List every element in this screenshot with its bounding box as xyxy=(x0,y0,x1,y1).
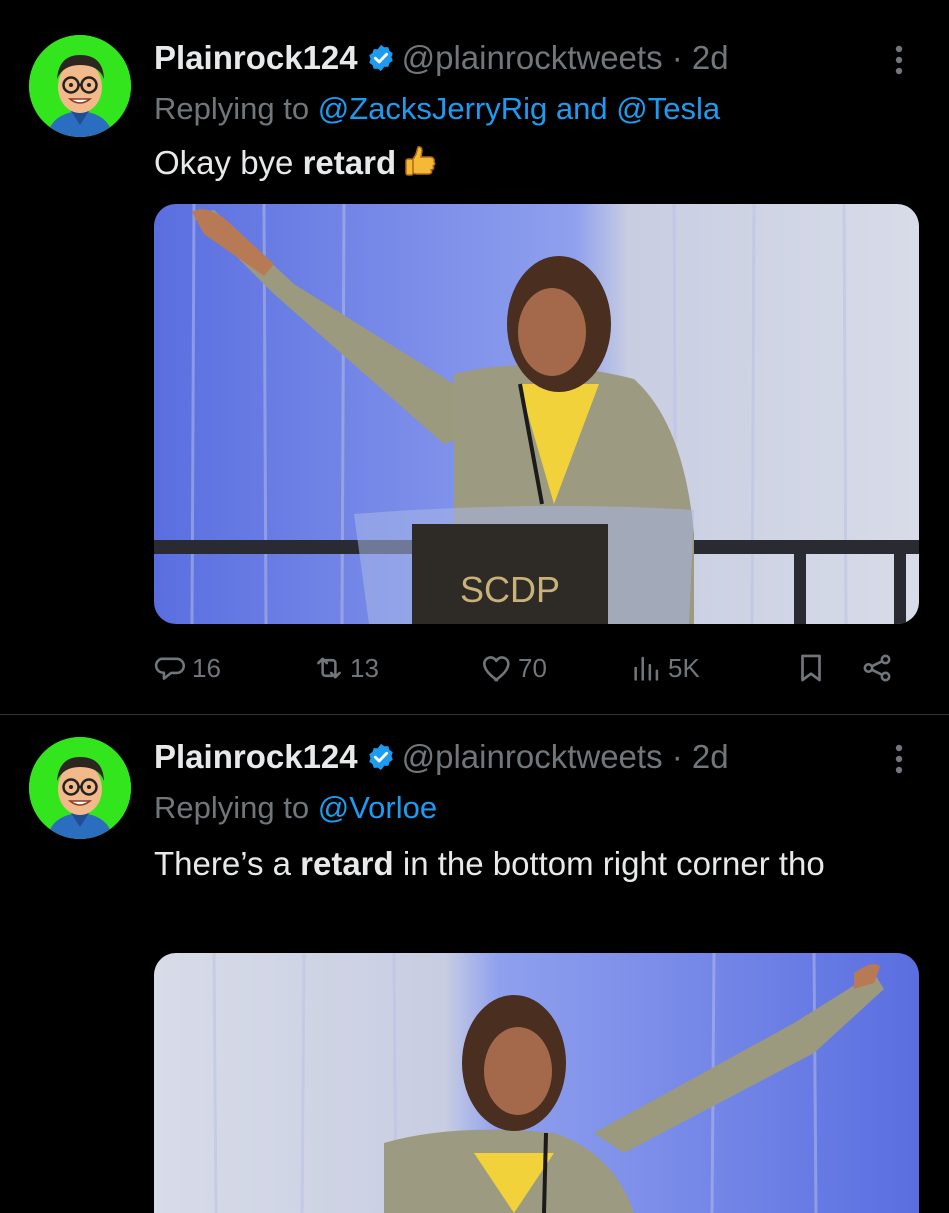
views-icon xyxy=(634,656,659,681)
tweet-header: Plainrock124 @plainrocktweets · 2d xyxy=(154,737,729,777)
reply-count: 16 xyxy=(192,652,221,683)
tweet-2[interactable]: Plainrock124 @plainrocktweets · 2d Replyi… xyxy=(0,715,949,1213)
replying-to: Replying to @ZacksJerryRig and @Tesla xyxy=(154,89,720,129)
tweet-text-bold: retard xyxy=(302,144,397,181)
like-count: 70 xyxy=(518,652,547,683)
display-name[interactable]: Plainrock124 xyxy=(154,738,358,775)
tweet-text-part: in the bottom right corner tho xyxy=(393,845,825,882)
tweet-1[interactable]: Plainrock124 @plainrocktweets · 2d Replyi… xyxy=(0,0,949,715)
separator-dot: · xyxy=(671,738,683,775)
tweet-text-part: Okay bye xyxy=(154,144,303,181)
verified-badge-icon xyxy=(366,741,396,771)
reply-icon xyxy=(154,657,186,680)
user-handle[interactable]: @plainrocktweets xyxy=(402,738,663,775)
avatar[interactable] xyxy=(29,737,131,839)
mention-joiner: and xyxy=(555,91,608,126)
mention-link[interactable]: @Tesla xyxy=(616,91,720,126)
mention-link[interactable]: @ZacksJerryRig xyxy=(318,91,548,126)
repost-button[interactable]: 13 xyxy=(312,646,379,690)
tweet-text: Okay bye retard xyxy=(154,138,884,188)
share-icon xyxy=(863,654,891,682)
tweet-image[interactable]: SCDP xyxy=(154,204,919,624)
reply-button[interactable]: 16 xyxy=(154,646,221,690)
separator-dot: · xyxy=(671,39,683,76)
timestamp[interactable]: 2d xyxy=(692,738,729,775)
tweet-image[interactable] xyxy=(154,953,919,1213)
repost-count: 13 xyxy=(350,652,379,683)
tweet-header: Plainrock124 @plainrocktweets · 2d xyxy=(154,38,729,78)
more-options-icon[interactable] xyxy=(885,40,913,80)
share-button[interactable] xyxy=(860,646,898,690)
repost-icon xyxy=(317,657,341,679)
tweet-text-bold: retard xyxy=(300,845,394,882)
bookmark-button[interactable] xyxy=(794,646,832,690)
display-name[interactable]: Plainrock124 xyxy=(154,39,358,76)
avatar[interactable] xyxy=(29,35,131,137)
podium-sign-text: SCDP xyxy=(460,569,560,610)
more-options-icon[interactable] xyxy=(885,739,913,779)
views-button[interactable]: 5K xyxy=(630,646,700,690)
verified-badge-icon xyxy=(366,42,396,72)
thumbs-up-icon xyxy=(404,144,438,180)
tweet-text-part: There’s a xyxy=(154,845,301,882)
views-count: 5K xyxy=(668,652,700,683)
mention-link[interactable]: @Vorloe xyxy=(318,790,437,825)
user-handle[interactable]: @plainrocktweets xyxy=(402,39,663,76)
replying-to: Replying to @Vorloe xyxy=(154,788,437,828)
replying-to-label: Replying to xyxy=(154,790,310,825)
tweet-actions: 16 13 70 5K xyxy=(154,646,914,690)
like-button[interactable]: 70 xyxy=(480,646,547,690)
tweet-text: There’s a retard in the bottom right cor… xyxy=(154,839,874,889)
bookmark-icon xyxy=(801,654,821,682)
timestamp[interactable]: 2d xyxy=(692,39,729,76)
replying-to-label: Replying to xyxy=(154,91,310,126)
heart-icon xyxy=(482,656,510,682)
